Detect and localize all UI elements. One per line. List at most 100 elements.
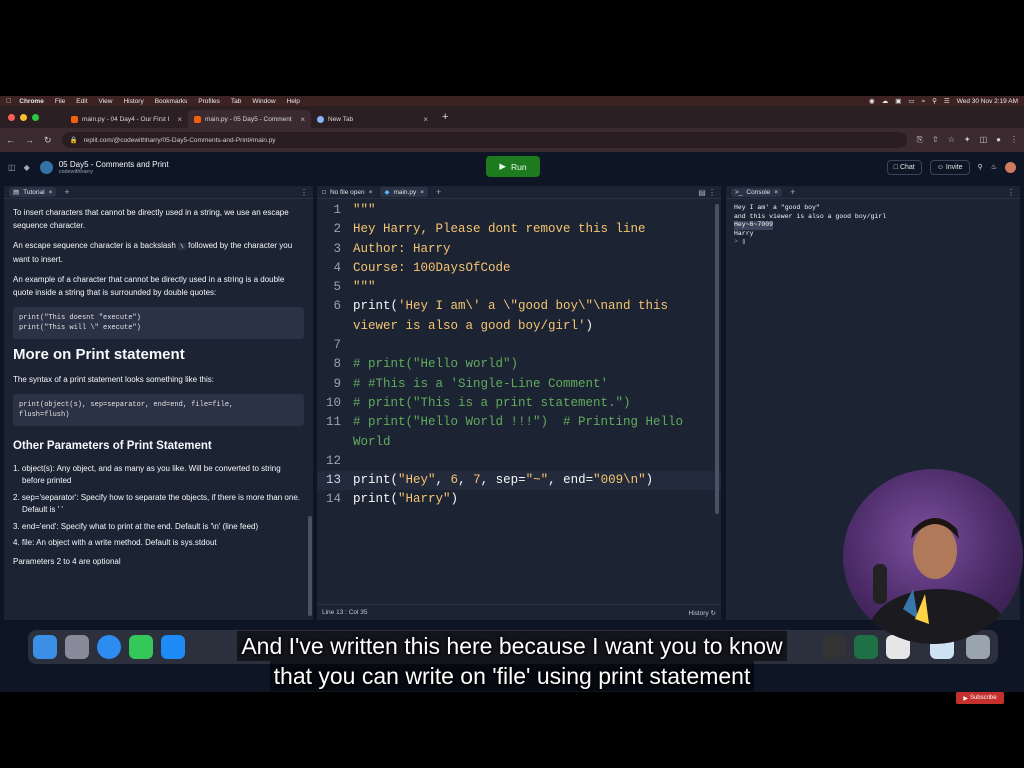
replit-home-icon[interactable]: ◆ [24, 163, 30, 172]
console-output[interactable]: Hey I am' a "good boy" and this viewer i… [726, 199, 1020, 252]
close-tab-icon[interactable]: × [300, 115, 305, 124]
menu-file[interactable]: File [55, 98, 65, 105]
lock-icon[interactable]: 🔒 [70, 136, 78, 144]
browser-tab-day4[interactable]: main.py - 04 Day4 - Our First I × [65, 110, 188, 128]
line-number: 9 [333, 376, 341, 391]
browser-tab-newtab[interactable]: New Tab × [311, 110, 434, 128]
code-line: flush=flush) [19, 411, 70, 419]
avatar[interactable] [1005, 161, 1016, 173]
bookmark-star-icon[interactable]: ☆ [948, 135, 955, 145]
scrollbar[interactable] [308, 516, 312, 616]
close-tab-icon[interactable]: × [420, 189, 424, 196]
line-number: 7 [333, 338, 341, 353]
control-center-icon[interactable]: ☰ [944, 97, 950, 105]
install-icon[interactable]: ⎘ [917, 135, 923, 145]
mac-menubar:  Chrome File Edit View History Bookmark… [0, 96, 1024, 106]
console-line: and this viewer is also a good boy/girl [734, 212, 887, 220]
code-editor[interactable]: 1 """ 2 Hey Harry, Please dont remove this… [317, 199, 721, 510]
close-tab-icon[interactable]: × [774, 189, 778, 196]
code-line-current: 13 print("Hey", 6, 7, sep="~", end="009\n… [317, 471, 721, 491]
tab-tutorial[interactable]: ▤ Tutorial × [9, 187, 57, 197]
menu-view[interactable]: View [99, 98, 113, 105]
tab-no-file[interactable]: □ No file open × [322, 189, 372, 196]
history-button[interactable]: History ↻ [689, 609, 717, 617]
invite-button[interactable]: ☺ Invite [929, 159, 970, 175]
notifications-icon[interactable]: ♨ [991, 163, 997, 171]
tab-title: main.py - 05 Day5 - Comment [205, 115, 292, 123]
more-options-icon[interactable]: ⋮ [300, 188, 308, 197]
code-text: Course: 100DaysOfCode [353, 260, 511, 275]
repl-title[interactable]: 05 Day5 - Comments and Print codewithhar… [59, 160, 169, 175]
code-block: print("This doesnt "execute") print("Thi… [13, 307, 304, 339]
cloud-icon[interactable]: ☁ [882, 97, 889, 105]
code-line: 3 Author: Harry [317, 240, 721, 259]
back-icon[interactable]: ← [6, 135, 15, 145]
minimize-window-button[interactable] [20, 113, 27, 121]
line-number: 5 [333, 280, 341, 295]
browser-tab-day5[interactable]: main.py - 05 Day5 - Comment × [188, 110, 311, 128]
close-tab-icon[interactable]: × [49, 189, 53, 196]
address-bar[interactable]: 🔒 replit.com/@codewithharry/05-Day5-Comm… [61, 132, 907, 148]
record-icon[interactable]: ◉ [869, 97, 875, 105]
close-tab-icon[interactable]: × [177, 115, 182, 124]
invite-label: Invite [945, 163, 963, 171]
chrome-menu-icon[interactable]: ⋮ [1010, 135, 1018, 145]
menu-edit[interactable]: Edit [76, 98, 87, 105]
zoom-window-button[interactable] [32, 113, 39, 121]
add-tab-button[interactable]: + [64, 187, 69, 197]
search-icon[interactable]: ⚲ [978, 163, 983, 171]
battery-icon[interactable]: ▭ [908, 97, 914, 105]
subscribe-button[interactable]: ▶ Subscribe [956, 692, 1004, 704]
run-label: Run [510, 161, 527, 172]
more-options-icon[interactable]: ⋮ [1007, 188, 1015, 197]
list-item: 4. file: An object with a write method. … [13, 538, 217, 547]
menu-help[interactable]: Help [287, 98, 300, 105]
code-text: # print("Hello World !!!") # Printing He… [353, 415, 691, 449]
more-options-icon[interactable]: ▤ ⋮ [698, 188, 716, 197]
reload-icon[interactable]: ↻ [44, 135, 52, 146]
editor-scrollbar[interactable] [715, 204, 719, 514]
menu-window[interactable]: Window [252, 98, 275, 105]
menu-profiles[interactable]: Profiles [198, 98, 220, 105]
text: An escape sequence character is a backsl… [13, 241, 176, 250]
console-tabs: >_ Console × + ⋮ [726, 186, 1020, 199]
python-logo-icon [39, 160, 53, 174]
profile-icon[interactable]: ● [996, 135, 1001, 145]
tab-console[interactable]: >_ Console × [731, 187, 783, 197]
add-tab-button[interactable]: + [790, 187, 795, 197]
close-window-button[interactable] [8, 113, 15, 121]
menu-app-name[interactable]: Chrome [19, 98, 44, 105]
code-line: print(object(s), sep=separator, end=end,… [19, 401, 234, 409]
close-tab-icon[interactable]: × [423, 115, 428, 124]
share-icon[interactable]: ⇧ [932, 135, 939, 145]
menubar-clock[interactable]: Wed 30 Nov 2:19 AM [957, 98, 1018, 105]
new-tab-button[interactable]: + [442, 111, 448, 123]
display-icon[interactable]: ▣ [895, 97, 901, 105]
console-line-selected: Hey~6~7009 [734, 221, 774, 230]
editor-panel: □ No file open × ◆ main.py × + ▤ ⋮ 1 """ … [317, 186, 721, 620]
menu-bookmarks[interactable]: Bookmarks [155, 98, 188, 105]
menu-tab[interactable]: Tab [231, 98, 241, 105]
sidepanel-icon[interactable]: ◫ [980, 135, 988, 145]
menu-history[interactable]: History [123, 98, 143, 105]
spotlight-icon[interactable]: ⚲ [932, 97, 937, 105]
run-button[interactable]: ▶ Run [486, 156, 540, 177]
add-tab-button[interactable]: + [436, 187, 441, 197]
tab-main-py[interactable]: ◆ main.py × [380, 187, 428, 197]
wifi-icon[interactable]: ≈ [922, 98, 926, 105]
list-item: 2. sep='separator': Specify how to separ… [13, 492, 300, 515]
close-tab-icon[interactable]: × [369, 189, 373, 196]
forward-icon[interactable]: → [25, 135, 34, 145]
chat-button[interactable]: □ Chat [886, 159, 922, 175]
presenter-figure-icon [868, 518, 1008, 644]
sidebar-toggle-icon[interactable]: ◫ [8, 163, 16, 172]
apple-icon[interactable]:  [6, 98, 11, 105]
extensions-icon[interactable]: ✦ [964, 135, 971, 145]
code-text: Hey Harry, Please dont remove this line [353, 222, 646, 237]
tutorial-paragraph: The syntax of a print statement looks so… [13, 374, 214, 384]
code-line: 7 [317, 336, 721, 355]
line-number: 8 [333, 357, 341, 372]
tutorial-paragraph: Parameters 2 to 4 are optional [13, 556, 121, 566]
webcam-overlay-image [843, 469, 1023, 644]
list-item: 3. end='end': Specify what to print at t… [13, 521, 259, 531]
